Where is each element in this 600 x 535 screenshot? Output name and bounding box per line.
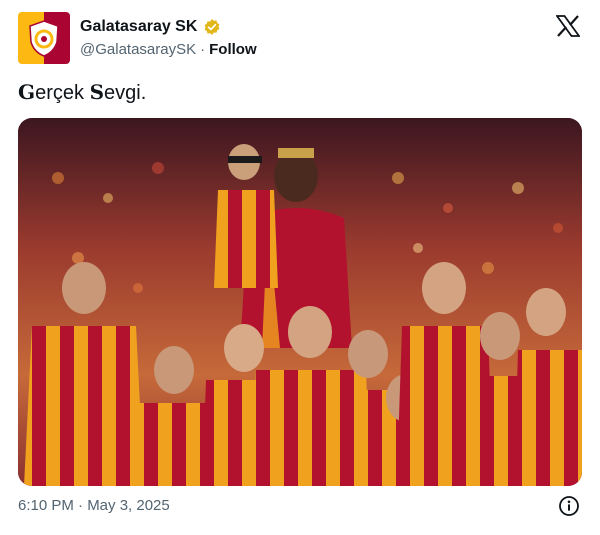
tweet-text-part-2: evgi. [104,82,147,104]
x-logo-icon[interactable] [556,15,580,37]
tweet-text-part-1: erçek [35,82,90,104]
handle-row: @GalatasaraySK · Follow [80,41,257,58]
avatar[interactable] [18,12,70,64]
handle[interactable]: @GalatasaraySK [80,41,196,58]
tweet-media-image[interactable] [18,118,582,486]
team-photo-illustration [18,118,582,486]
tweet-text-cap-2: S [89,80,105,104]
tweet-card: Galatasaray SK @GalatasaraySK · Follow G… [0,0,600,535]
follow-button[interactable]: Follow [209,41,257,58]
tweet-text: Gerçek Sevgi. [18,80,146,105]
separator-dot: · [200,41,206,58]
display-name-row: Galatasaray SK [80,18,221,36]
club-crest-icon [29,20,59,57]
tweet-timestamp[interactable]: 6:10 PM · May 3, 2025 [18,497,170,514]
display-name[interactable]: Galatasaray SK [80,18,197,36]
verified-badge-icon [204,19,220,35]
tweet-text-cap-1: G [18,80,36,104]
info-icon[interactable] [558,495,580,517]
